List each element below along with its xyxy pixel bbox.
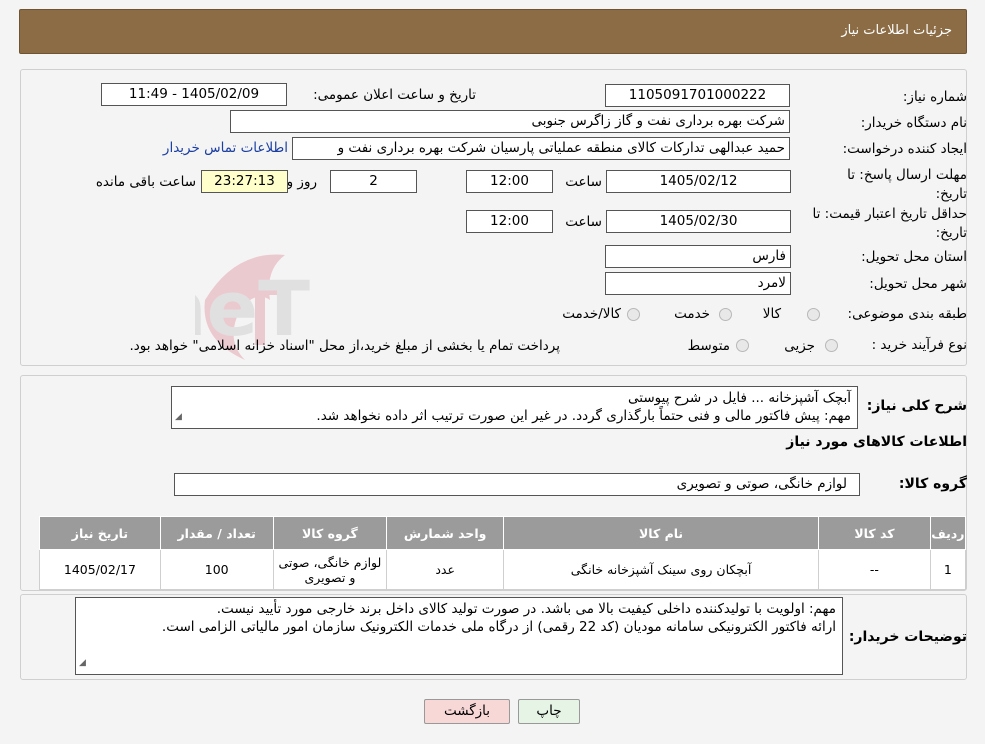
cell-code: -- bbox=[818, 549, 931, 590]
reply-deadline-label: مهلت ارسال پاسخ: تا تاریخ: bbox=[847, 167, 967, 202]
cell-name: آبچکان روی سینک آشپزخانه خانگی bbox=[503, 549, 820, 590]
back-button[interactable]: بازگشت bbox=[424, 699, 510, 724]
cell-qty: 100 bbox=[159, 549, 274, 590]
price-validity-label: حداقل تاریخ اعتبار قیمت: تا تاریخ: bbox=[812, 206, 967, 241]
description-line-2: مهم: پیش فاکتور مالی و فنی حتماً بارگذار… bbox=[316, 408, 851, 424]
cell-date: 1405/02/17 bbox=[39, 549, 161, 590]
buyer-notes-textarea[interactable]: مهم: اولویت با تولیدکننده داخلی کیفیت با… bbox=[75, 597, 843, 675]
resize-handle-icon[interactable]: ◢ bbox=[79, 654, 86, 672]
remaining-time-label: ساعت باقی مانده bbox=[95, 174, 196, 190]
requester-field: حمید عبدالهی تداركات كالای منطقه عملیاتی… bbox=[292, 137, 790, 160]
price-validity-time: 12:00 bbox=[466, 210, 553, 233]
category-goods-radio[interactable] bbox=[807, 308, 820, 321]
buyer-contact-link[interactable]: اطلاعات تماس خریدار bbox=[163, 140, 288, 156]
treasury-note: پرداخت تمام یا بخشی از مبلغ خرید،از محل … bbox=[129, 338, 560, 354]
col-group-header: گروه کالا bbox=[272, 516, 388, 550]
announce-datetime-label: تاریخ و ساعت اعلان عمومی: bbox=[313, 87, 476, 103]
remaining-time-field: 23:27:13 bbox=[201, 170, 288, 193]
province-field: فارس bbox=[605, 245, 791, 268]
category-service-label: خدمت bbox=[674, 306, 710, 322]
buyer-notes-line-1: مهم: اولویت با تولیدکننده داخلی کیفیت با… bbox=[216, 601, 836, 617]
col-qty-header: تعداد / مقدار bbox=[159, 516, 274, 550]
need-number-field: 1105091701000222 bbox=[605, 84, 790, 107]
purchase-partial-radio[interactable] bbox=[825, 339, 838, 352]
buyer-org-label: نام دستگاه خریدار: bbox=[860, 115, 967, 131]
reply-days-field: 2 bbox=[330, 170, 417, 193]
need-number-label: شماره نیاز: bbox=[902, 89, 967, 105]
description-line-1: آبچک آشپزخانه ... فایل در شرح پیوستی bbox=[628, 390, 851, 406]
category-goods-service-label: کالا/خدمت bbox=[562, 306, 621, 322]
reply-time-label: ساعت bbox=[565, 174, 602, 190]
goods-section-title: اطلاعات کالاهای مورد نیاز bbox=[786, 434, 967, 450]
category-goods-service-radio[interactable] bbox=[627, 308, 640, 321]
reply-days-label: روز و bbox=[286, 174, 317, 190]
buyer-org-field: شرکت بهره برداری نفت و گاز زاگرس جنوبی bbox=[230, 110, 790, 133]
page-title: جزئیات اطلاعات نیاز bbox=[841, 23, 952, 38]
category-label: طبقه بندی موضوعی: bbox=[847, 306, 967, 322]
purchase-type-label: نوع فرآیند خرید : bbox=[871, 337, 967, 353]
province-label: استان محل تحویل: bbox=[861, 249, 967, 265]
col-code-header: کد کالا bbox=[818, 516, 931, 550]
category-service-radio[interactable] bbox=[719, 308, 732, 321]
col-row-header: ردیف bbox=[929, 516, 967, 550]
description-textarea[interactable]: آبچک آشپزخانه ... فایل در شرح پیوستی مهم… bbox=[171, 386, 858, 429]
requester-label: ایجاد کننده درخواست: bbox=[842, 141, 967, 157]
cell-row: 1 bbox=[929, 549, 967, 590]
page-header: جزئیات اطلاعات نیاز bbox=[19, 9, 967, 54]
reply-deadline-date: 1405/02/12 bbox=[606, 170, 791, 193]
price-time-label: ساعت bbox=[565, 214, 602, 230]
purchase-medium-radio[interactable] bbox=[736, 339, 749, 352]
goods-group-label: گروه کالا: bbox=[898, 476, 967, 492]
print-button[interactable]: چاپ bbox=[518, 699, 580, 724]
table-row: 1 -- آبچکان روی سینک آشپزخانه خانگی عدد … bbox=[39, 549, 967, 590]
category-goods-label: کالا bbox=[762, 306, 781, 322]
cell-unit: عدد bbox=[386, 549, 505, 590]
table-header-row: ردیف کد کالا نام کالا واحد شمارش گروه کا… bbox=[39, 516, 967, 550]
cell-group: لوازم خانگی، صوتی و تصویری bbox=[272, 549, 388, 590]
description-label: شرح کلی نیاز: bbox=[866, 398, 967, 414]
col-date-header: تاریخ نیاز bbox=[39, 516, 161, 550]
buyer-notes-line-2: ارائه فاکتور الکترونیکی سامانه مودیان (ک… bbox=[161, 619, 836, 635]
city-label: شهر محل تحویل: bbox=[869, 276, 967, 292]
reply-deadline-time: 12:00 bbox=[466, 170, 553, 193]
col-unit-header: واحد شمارش bbox=[386, 516, 505, 550]
buyer-notes-label: توضیحات خریدار: bbox=[848, 629, 967, 645]
price-validity-date: 1405/02/30 bbox=[606, 210, 791, 233]
purchase-partial-label: جزیی bbox=[784, 338, 815, 354]
col-name-header: نام کالا bbox=[503, 516, 820, 550]
announce-datetime-field: 1405/02/09 - 11:49 bbox=[101, 83, 287, 106]
resize-handle-icon[interactable]: ◢ bbox=[175, 408, 182, 426]
purchase-medium-label: متوسط bbox=[687, 338, 730, 354]
city-field: لامرد bbox=[605, 272, 791, 295]
goods-table: ردیف کد کالا نام کالا واحد شمارش گروه کا… bbox=[39, 516, 967, 590]
goods-group-field: لوازم خانگی، صوتی و تصویری bbox=[174, 473, 860, 496]
